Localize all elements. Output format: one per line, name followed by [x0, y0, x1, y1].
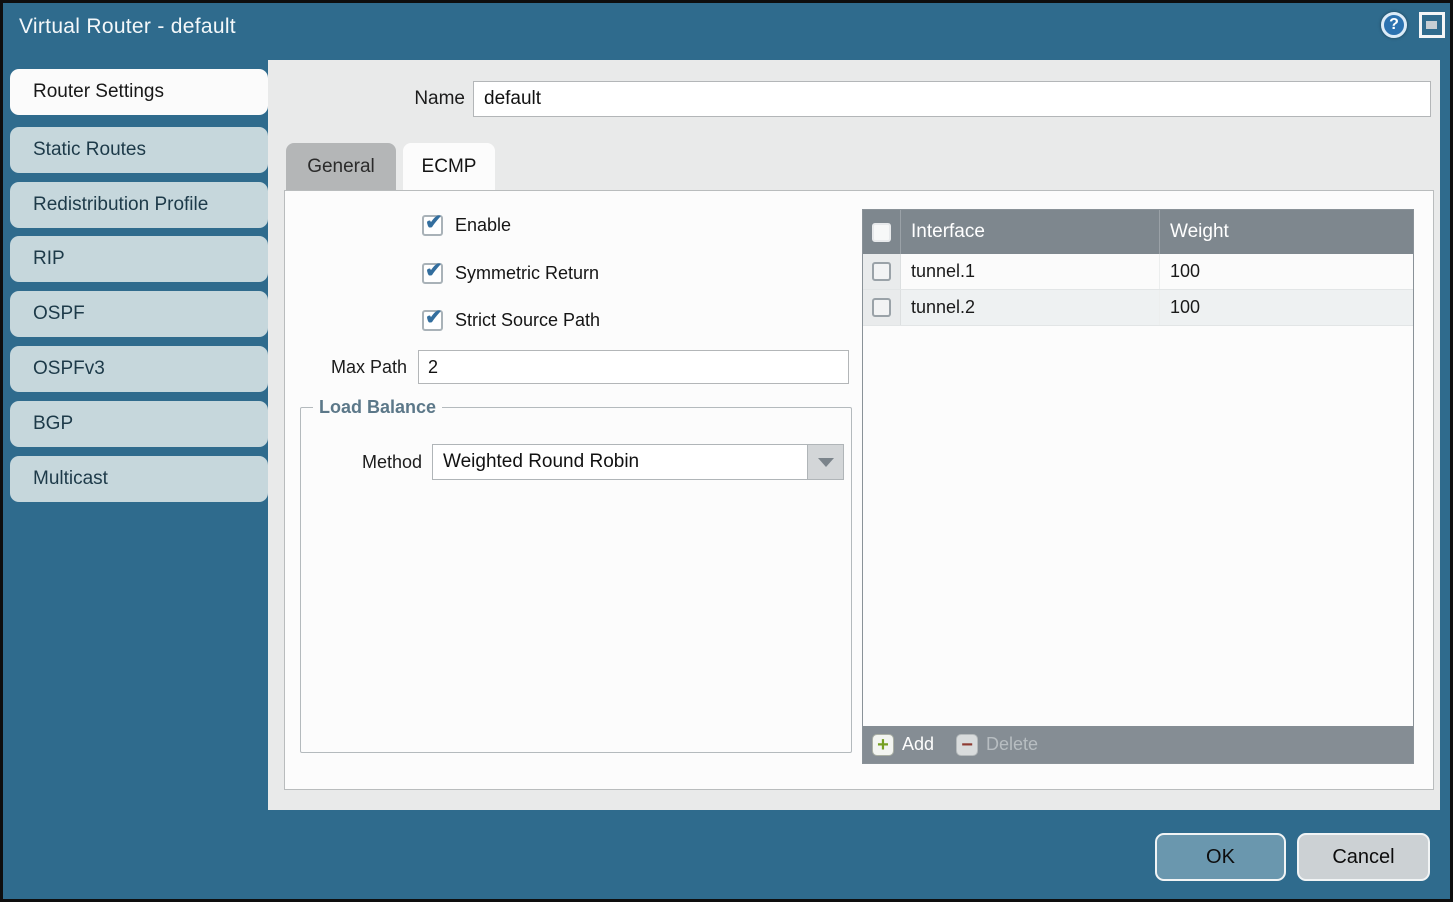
strict-source-path-label: Strict Source Path: [455, 310, 600, 331]
cancel-button[interactable]: Cancel: [1297, 833, 1430, 881]
max-path-label: Max Path: [285, 350, 407, 384]
table-row[interactable]: tunnel.2 100: [863, 290, 1413, 326]
delete-button[interactable]: − Delete: [956, 734, 1038, 756]
add-button-label: Add: [902, 734, 934, 755]
column-header-interface[interactable]: Interface: [901, 210, 1160, 254]
name-input[interactable]: [473, 81, 1431, 117]
virtual-router-dialog: Virtual Router - default ? Router Settin…: [0, 0, 1453, 902]
tab-ecmp[interactable]: ECMP: [403, 143, 495, 190]
method-label: Method: [301, 444, 422, 480]
method-dropdown-value: Weighted Round Robin: [433, 445, 843, 479]
cell-weight[interactable]: 100: [1160, 254, 1413, 289]
sidebar-item-label: Router Settings: [33, 81, 164, 103]
table-header: Interface Weight: [863, 210, 1413, 254]
method-dropdown-button[interactable]: [807, 445, 843, 479]
sidebar-item-label: Redistribution Profile: [33, 194, 208, 216]
cell-interface[interactable]: tunnel.2: [901, 290, 1160, 325]
enable-checkbox[interactable]: [422, 215, 443, 236]
minus-icon: −: [956, 734, 978, 756]
sidebar-item-label: Multicast: [33, 468, 108, 490]
sidebar-item-label: BGP: [33, 413, 73, 435]
dialog-title: Virtual Router - default: [19, 15, 236, 39]
row-checkbox[interactable]: [872, 262, 891, 281]
chevron-down-icon: [818, 458, 834, 467]
sidebar-item-rip[interactable]: RIP: [10, 236, 268, 282]
sidebar-item-label: OSPFv3: [33, 358, 105, 380]
cell-weight[interactable]: 100: [1160, 290, 1413, 325]
enable-checkbox-row: Enable: [422, 213, 511, 237]
tab-general[interactable]: General: [286, 143, 396, 190]
window-restore-icon-inner: [1426, 21, 1437, 29]
table-empty-area: [863, 326, 1413, 726]
plus-icon: +: [872, 734, 894, 756]
select-all-checkbox[interactable]: [872, 223, 891, 242]
sidebar-item-label: OSPF: [33, 303, 85, 325]
delete-button-label: Delete: [986, 734, 1038, 755]
symmetric-return-label: Symmetric Return: [455, 263, 599, 284]
table-toolbar: + Add − Delete: [863, 726, 1413, 763]
window-restore-icon[interactable]: [1419, 12, 1445, 38]
tab-label: General: [307, 156, 375, 178]
cell-interface[interactable]: tunnel.1: [901, 254, 1160, 289]
interface-table: Interface Weight tunnel.1 100 tunnel.2 1…: [862, 209, 1414, 764]
ok-button[interactable]: OK: [1155, 833, 1286, 881]
sidebar-item-redistribution-profile[interactable]: Redistribution Profile: [10, 182, 268, 228]
sidebar-item-router-settings[interactable]: Router Settings: [10, 69, 268, 115]
strict-source-path-checkbox[interactable]: [422, 310, 443, 331]
enable-label: Enable: [455, 215, 511, 236]
symmetric-return-checkbox-row: Symmetric Return: [422, 261, 599, 285]
sidebar-item-ospf[interactable]: OSPF: [10, 291, 268, 337]
sidebar-item-static-routes[interactable]: Static Routes: [10, 127, 268, 173]
tab-label: ECMP: [422, 156, 477, 178]
sidebar-item-bgp[interactable]: BGP: [10, 401, 268, 447]
method-dropdown[interactable]: Weighted Round Robin: [432, 444, 844, 480]
load-balance-legend: Load Balance: [313, 397, 442, 418]
row-checkbox[interactable]: [872, 298, 891, 317]
table-row[interactable]: tunnel.1 100: [863, 254, 1413, 290]
load-balance-fieldset: Load Balance Method Weighted Round Robin: [300, 397, 852, 753]
strict-source-path-checkbox-row: Strict Source Path: [422, 308, 600, 332]
sidebar-item-label: RIP: [33, 248, 65, 270]
sidebar-item-multicast[interactable]: Multicast: [10, 456, 268, 502]
help-icon[interactable]: ?: [1381, 12, 1407, 38]
ecmp-tab-content: Enable Symmetric Return Strict Source Pa…: [284, 190, 1434, 790]
row-checkbox-cell: [863, 290, 901, 325]
sidebar-item-label: Static Routes: [33, 139, 146, 161]
column-header-weight[interactable]: Weight: [1160, 210, 1413, 254]
symmetric-return-checkbox[interactable]: [422, 263, 443, 284]
main-panel: Name General ECMP Enable Symmetric Retur…: [268, 60, 1440, 810]
header-checkbox-cell: [863, 210, 901, 254]
add-button[interactable]: + Add: [872, 734, 934, 756]
row-checkbox-cell: [863, 254, 901, 289]
max-path-input[interactable]: [418, 350, 849, 384]
sidebar-item-ospfv3[interactable]: OSPFv3: [10, 346, 268, 392]
name-label: Name: [368, 81, 465, 117]
